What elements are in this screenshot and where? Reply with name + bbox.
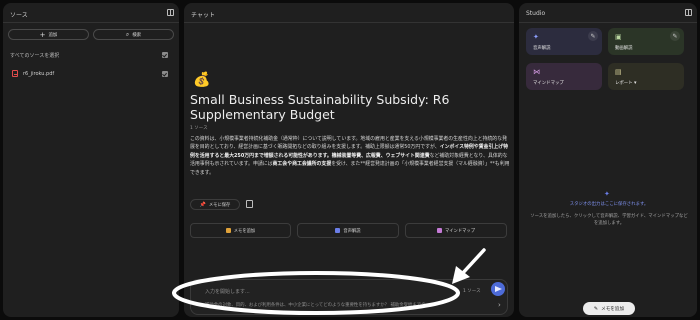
- add-source-button[interactable]: + 追加: [8, 29, 89, 40]
- video-icon: ▣: [615, 33, 622, 41]
- select-all-checkbox[interactable]: [162, 52, 168, 58]
- divider: [519, 22, 697, 23]
- edit-pencil-icon[interactable]: ✎: [670, 31, 680, 41]
- sparkle-icon: ✦: [604, 190, 610, 198]
- audio-overview-card[interactable]: ✦ ✎ 音声解説: [526, 28, 602, 55]
- mindmap-icon: [436, 228, 442, 233]
- source-count-chip: 1 ソース: [463, 289, 481, 294]
- send-button[interactable]: [491, 282, 505, 296]
- studio-title: Studio: [526, 10, 546, 17]
- audio-overview-button[interactable]: 音声解説: [297, 223, 399, 238]
- pdf-icon: [12, 70, 18, 77]
- chat-title: チャット: [191, 12, 215, 19]
- mindmap-card-label: マインドマップ: [533, 81, 564, 86]
- discover-sources-label: 検索: [132, 32, 142, 38]
- select-all-label: すべてのソースを選択: [10, 53, 60, 59]
- studio-panel: Studio ✦ ✎ 音声解説 ▣ ✎ 動画解説 ⋈ マインドマップ ▤ レポー…: [519, 3, 697, 317]
- mindmap-card[interactable]: ⋈ マインドマップ: [526, 63, 602, 90]
- source-count: 1 ソース: [190, 126, 208, 131]
- collapse-panel-icon[interactable]: [167, 9, 174, 16]
- summary-bold: 商工会や商工会議所の支援: [272, 161, 332, 168]
- collapse-panel-icon[interactable]: [685, 9, 692, 16]
- add-source-label: 追加: [48, 32, 58, 38]
- pin-icon: 📌: [199, 201, 206, 208]
- audio-icon: ✦: [533, 33, 539, 41]
- discover-sources-button[interactable]: ⌕ 検索: [93, 29, 174, 40]
- report-card-label: レポート ▾: [615, 80, 637, 86]
- chat-input-placeholder[interactable]: 入力を開始します...: [205, 288, 250, 295]
- summary-bold: 機械装置等費、広報費、ウェブサイト関連費: [331, 152, 430, 159]
- studio-empty-title: スタジオの出力はここに保存されます。: [569, 202, 649, 207]
- add-memo-button[interactable]: ✎ メモを追加: [583, 302, 635, 315]
- add-memo-label: メモを追加: [233, 228, 256, 234]
- add-memo-label: メモを追加: [601, 306, 625, 312]
- save-to-memo-label: メモに保存: [208, 202, 231, 208]
- chat-input-box[interactable]: 入力を開始します... 1 ソース 補助金の対象、目的、および利用条件は、中小企…: [190, 279, 508, 315]
- report-card[interactable]: ▤ レポート ▾: [608, 63, 684, 90]
- audio-overview-label: 音声解説: [343, 228, 361, 234]
- mindmap-label: マインドマップ: [444, 228, 476, 234]
- plus-icon: +: [39, 30, 46, 39]
- save-to-memo-button[interactable]: 📌 メモに保存: [190, 199, 240, 210]
- audio-icon: [335, 228, 341, 233]
- source-checkbox[interactable]: [162, 71, 168, 77]
- studio-empty-body: ソースを追加したら、クリックして音声解説、学習ガイド、マインドマップなどを追加し…: [530, 214, 688, 226]
- audio-overview-card-label: 音声解説: [533, 46, 551, 51]
- search-sparkle-icon: ⌕: [125, 30, 130, 38]
- edit-pencil-icon: ✎: [593, 305, 599, 312]
- mindmap-button[interactable]: マインドマップ: [405, 223, 507, 238]
- suggested-question[interactable]: 補助金の対象、目的、および利用条件は、中小企業にとってどのような重要性を持ちます…: [205, 302, 495, 308]
- report-icon: ▤: [615, 68, 622, 76]
- video-overview-card-label: 動画解説: [615, 46, 633, 51]
- divider: [3, 22, 179, 23]
- source-summary: この資料は、小規模事業者持続化補助金（通常枠）について説明しています。地域の雇用…: [190, 135, 510, 177]
- chat-panel: チャット 💰 Small Business Sustainability Sub…: [184, 3, 514, 317]
- video-overview-card[interactable]: ▣ ✎ 動画解説: [608, 28, 684, 55]
- copy-icon[interactable]: [246, 200, 253, 208]
- divider: [184, 22, 514, 23]
- sources-panel: ソース + 追加 ⌕ 検索 すべてのソースを選択 r6_jiroku.pdf: [3, 3, 179, 317]
- report-label-text: レポート: [615, 81, 633, 86]
- notebook-title: Small Business Sustainability Subsidy: R…: [190, 92, 450, 122]
- memo-icon: [225, 228, 231, 233]
- chevron-down-icon: ▾: [633, 80, 637, 86]
- sources-title: ソース: [10, 12, 28, 19]
- money-bag-emoji: 💰: [193, 72, 211, 88]
- edit-pencil-icon[interactable]: ✎: [588, 31, 598, 41]
- source-file-name[interactable]: r6_jiroku.pdf: [23, 71, 54, 77]
- add-memo-button[interactable]: メモを追加: [190, 223, 291, 238]
- chevron-right-icon[interactable]: ›: [498, 301, 501, 309]
- mindmap-icon: ⋈: [533, 68, 540, 76]
